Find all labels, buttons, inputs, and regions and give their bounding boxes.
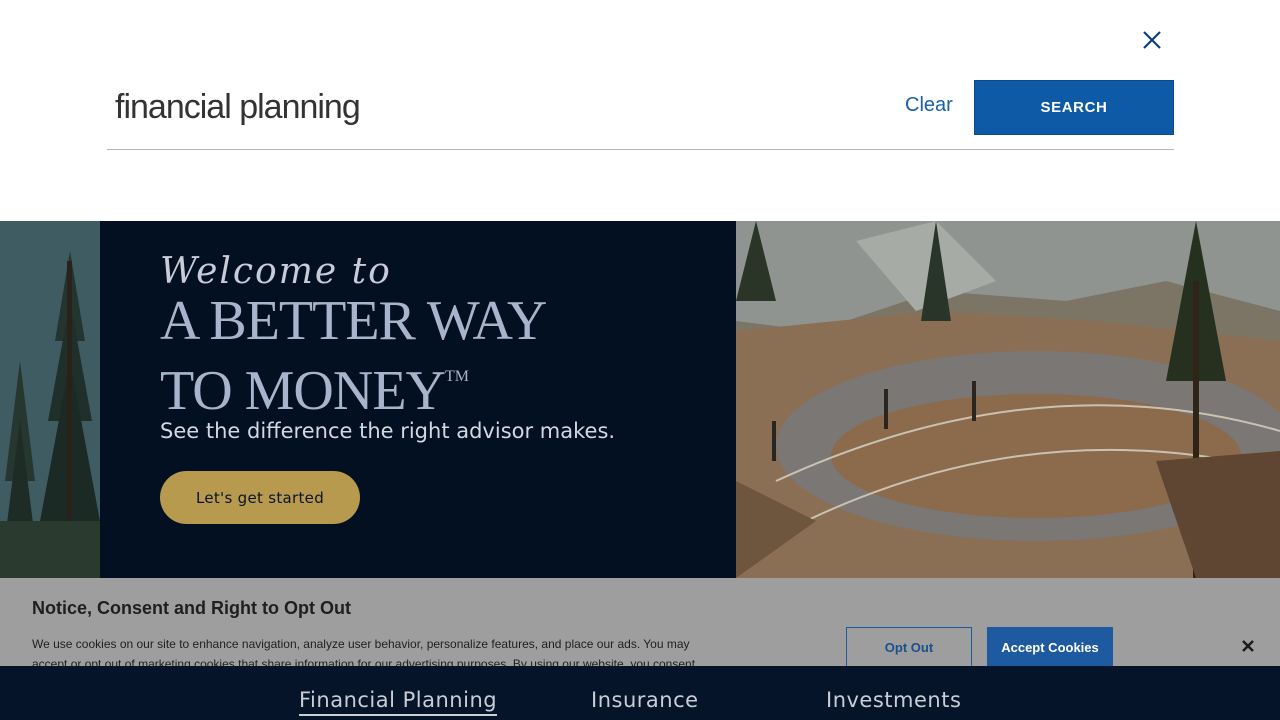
hero-headline-line1: A BETTER WAY	[160, 290, 547, 352]
search-button[interactable]: SEARCH	[974, 80, 1174, 135]
nav-item-investments[interactable]: Investments	[826, 688, 961, 712]
cookie-banner: Notice, Consent and Right to Opt Out We …	[0, 578, 1280, 666]
accept-cookies-button[interactable]: Accept Cookies	[987, 627, 1113, 666]
hero-banner: Welcome to A BETTER WAY TO MONEYTM See t…	[0, 221, 1280, 578]
nav-item-insurance[interactable]: Insurance	[591, 688, 699, 712]
hero-headline-line2-wrap: TO MONEYTM	[160, 349, 546, 419]
search-input[interactable]	[107, 80, 877, 134]
hero-headline: A BETTER WAY TO MONEYTM	[160, 290, 547, 419]
cookie-body: We use cookies on our site to enhance na…	[32, 637, 696, 666]
trademark-mark: TM	[444, 368, 469, 385]
page: Clear SEARCH Welcome to A BETTER WAY TO …	[0, 0, 1280, 720]
clear-link[interactable]: Clear	[905, 94, 953, 117]
skateboarders-photo	[736, 221, 1280, 578]
hero-welcome: Welcome to	[160, 251, 392, 292]
hero-headline-line2: TO MONEY	[160, 360, 446, 422]
search-divider	[107, 149, 1174, 150]
get-started-button[interactable]: Let's get started	[160, 471, 360, 524]
cookie-close-icon[interactable]	[1239, 637, 1257, 655]
cookie-title: Notice, Consent and Right to Opt Out	[32, 598, 351, 618]
search-panel: Clear SEARCH	[0, 0, 1280, 221]
opt-out-button[interactable]: Opt Out	[846, 627, 972, 666]
forest-image	[0, 221, 100, 578]
bottom-nav: Financial Planning Insurance Investments	[0, 666, 1280, 720]
close-search-icon[interactable]	[1139, 27, 1165, 53]
nav-item-financial-planning[interactable]: Financial Planning	[299, 688, 498, 716]
hero-subhead: See the difference the right advisor mak…	[160, 419, 616, 443]
